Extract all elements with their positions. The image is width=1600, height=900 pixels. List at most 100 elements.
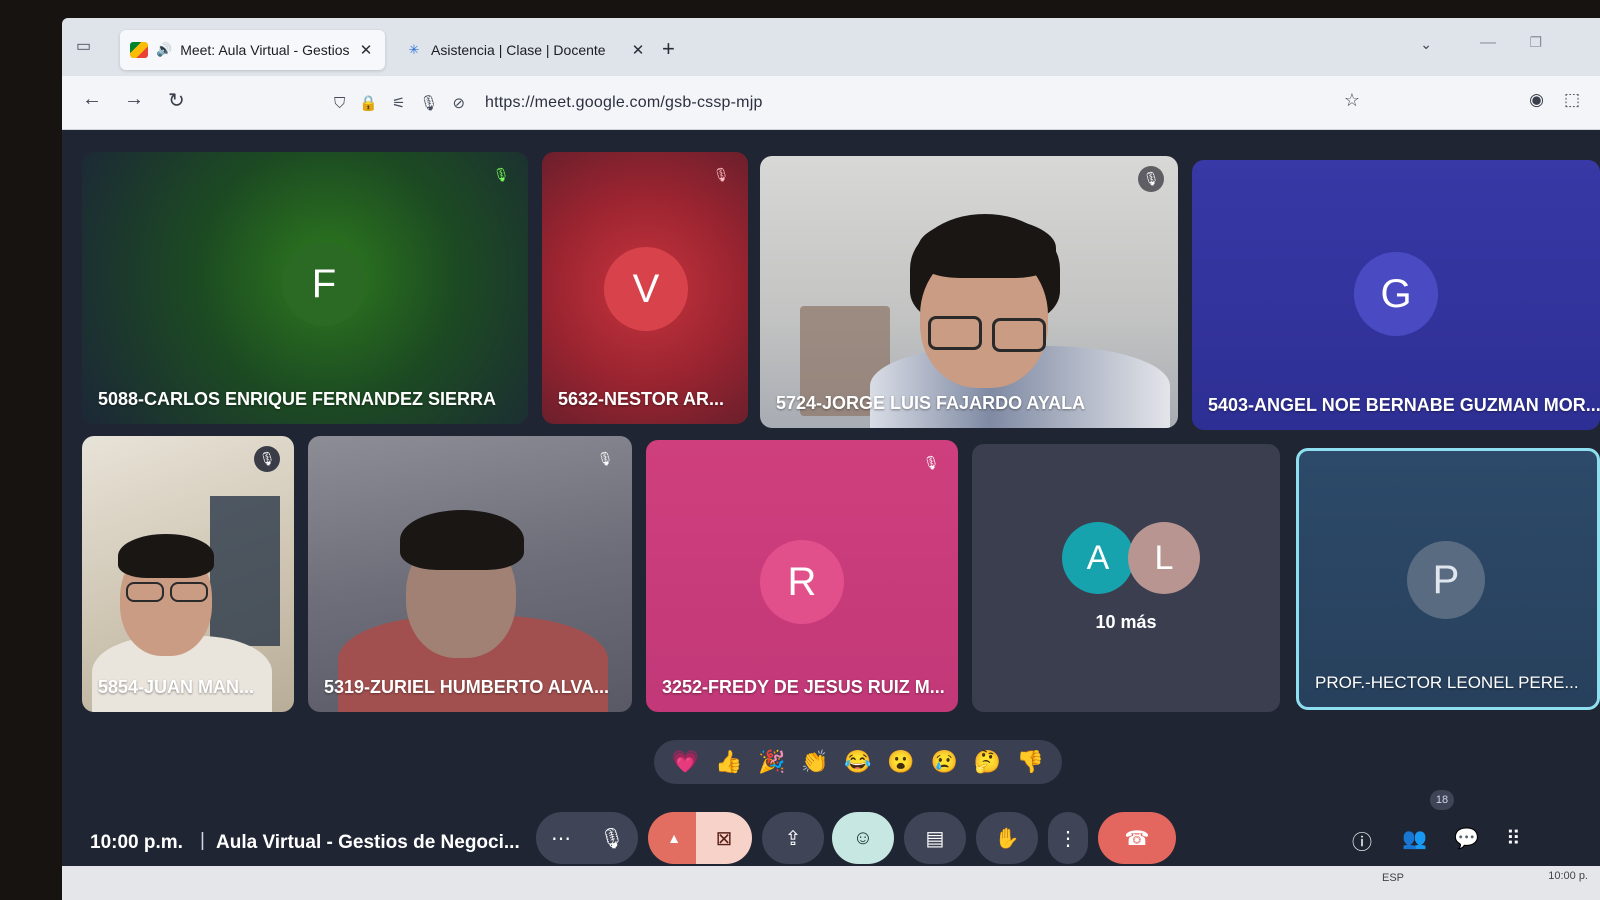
close-tab-icon[interactable]: ✕ bbox=[357, 41, 375, 59]
participant-name: 5088-CARLOS ENRIQUE FERNANDEZ SIERRA bbox=[98, 389, 497, 409]
avatar: P bbox=[1407, 541, 1485, 619]
extensions-icon[interactable]: ⬚ bbox=[1564, 90, 1580, 110]
sad-reaction-icon[interactable]: 😢 bbox=[931, 749, 958, 775]
thinking-reaction-icon[interactable]: 🤔 bbox=[974, 749, 1001, 775]
thumbs-down-reaction-icon[interactable]: 👎 bbox=[1017, 749, 1044, 775]
tab-meet[interactable]: 🔊 Meet: Aula Virtual - Gestios ✕ bbox=[120, 30, 385, 70]
tab-title: Asistencia | Clase | Docente bbox=[431, 42, 606, 58]
participant-video bbox=[308, 436, 632, 712]
microphone-off-icon: 🎙 bbox=[922, 455, 940, 470]
camera-settings-button[interactable]: ▲ bbox=[648, 812, 700, 864]
microphone-icon: 🎙 bbox=[599, 827, 625, 850]
meet-favicon-icon bbox=[130, 42, 148, 58]
lock-icon[interactable]: 🔒 bbox=[359, 94, 378, 112]
heart-reaction-icon[interactable]: 💗 bbox=[672, 749, 699, 775]
participant-tile-host[interactable]: P PROF.-HECTOR LEONEL PERE... bbox=[1296, 448, 1600, 710]
maximize-button[interactable]: ❐ bbox=[1529, 34, 1542, 51]
participant-video bbox=[82, 436, 294, 712]
permissions-icon[interactable]: ⚟ bbox=[392, 94, 405, 112]
microphone-off-icon: 🎙 bbox=[492, 167, 510, 182]
reload-icon[interactable]: ↻ bbox=[168, 88, 185, 113]
audio-settings-button[interactable]: ⋯ bbox=[536, 812, 586, 864]
os-taskbar: ESP 10:00 p. bbox=[62, 866, 1600, 900]
people-icon[interactable]: 👥 bbox=[1402, 826, 1427, 851]
meet-stage: F 🎙 5088-CARLOS ENRIQUE FERNANDEZ SIERRA… bbox=[62, 130, 1600, 900]
participant-name: 3252-FREDY DE JESUS RUIZ M... bbox=[662, 677, 945, 697]
participant-video-tile[interactable]: 🎙 5854-JUAN MAN... bbox=[82, 436, 294, 712]
microphone-off-icon: 🎙 bbox=[596, 451, 614, 466]
microphone-off-icon: 🎙 bbox=[712, 167, 730, 182]
raise-hand-button[interactable]: ✋ bbox=[976, 812, 1038, 864]
captions-icon: ▤ bbox=[925, 827, 945, 850]
party-popper-reaction-icon[interactable]: 🎉 bbox=[758, 749, 785, 775]
phone-hangup-icon: ☎ bbox=[1124, 827, 1150, 850]
account-icon[interactable]: ◉ bbox=[1529, 90, 1544, 110]
back-arrow-icon[interactable]: ← bbox=[82, 88, 102, 111]
participant-tile[interactable]: G 5403-ANGEL NOE BERNABE GUZMAN MOR... bbox=[1192, 160, 1600, 430]
participant-video-tile[interactable]: 🎙 5724-JORGE LUIS FAJARDO AYALA bbox=[760, 156, 1178, 428]
hand-icon: ✋ bbox=[994, 827, 1020, 850]
avatar: G bbox=[1354, 252, 1438, 336]
present-screen-button[interactable]: ⇪ bbox=[762, 812, 824, 864]
close-tab-icon[interactable]: ✕ bbox=[629, 41, 647, 59]
minimize-button[interactable]: — bbox=[1480, 34, 1496, 52]
keyboard-language[interactable]: ESP bbox=[1382, 872, 1404, 884]
system-clock: 10:00 p. bbox=[1548, 870, 1588, 882]
more-options-button[interactable]: ⋮ bbox=[1048, 812, 1088, 864]
participant-name: PROF.-HECTOR LEONEL PERE... bbox=[1315, 673, 1579, 692]
bookmark-star-icon[interactable]: ☆ bbox=[1344, 90, 1360, 111]
microphone-permission-icon[interactable]: 🎙 bbox=[419, 94, 438, 112]
leave-call-button[interactable]: ☎ bbox=[1098, 812, 1176, 864]
present-screen-icon: ⇪ bbox=[784, 827, 802, 850]
more-participants-tile[interactable]: A L 10 más bbox=[972, 444, 1280, 712]
url-text[interactable]: https://meet.google.com/gsb-cssp-mjp bbox=[485, 94, 763, 112]
participant-video-tile[interactable]: 🎙 5319-ZURIEL HUMBERTO ALVA... bbox=[308, 436, 632, 712]
shield-icon[interactable]: ⛉ bbox=[334, 95, 345, 112]
camera-off-icon: ⊠ bbox=[715, 827, 733, 850]
reactions-button[interactable]: ☺ bbox=[832, 812, 894, 864]
people-count-badge: 18 bbox=[1430, 790, 1454, 810]
laughing-reaction-icon[interactable]: 😂 bbox=[844, 749, 871, 775]
microphone-off-icon: 🎙 bbox=[1138, 166, 1164, 192]
avatar: R bbox=[760, 540, 844, 624]
participant-tile[interactable]: V 🎙 5632-NESTOR AR... bbox=[542, 152, 748, 424]
speaker-icon[interactable]: 🔊 bbox=[156, 42, 172, 58]
chevron-down-icon[interactable]: ⌄ bbox=[1420, 36, 1432, 53]
participant-name: 5403-ANGEL NOE BERNABE GUZMAN MOR... bbox=[1208, 395, 1600, 415]
captions-button[interactable]: ▤ bbox=[904, 812, 966, 864]
participant-video bbox=[760, 156, 1178, 428]
camera-toggle-button[interactable]: ⊠ bbox=[696, 812, 752, 864]
participant-name: 5319-ZURIEL HUMBERTO ALVA... bbox=[324, 677, 610, 697]
tab-list-icon[interactable]: ▭ bbox=[76, 36, 98, 55]
microphone-button[interactable]: 🎙 bbox=[586, 812, 638, 864]
emoji-icon: ☺ bbox=[852, 826, 874, 849]
meeting-title: Aula Virtual - Gestios de Negoci... bbox=[216, 832, 520, 853]
participant-name: 5854-JUAN MAN... bbox=[98, 677, 255, 697]
thumbs-up-reaction-icon[interactable]: 👍 bbox=[715, 749, 742, 775]
more-participants-label: 10 más bbox=[1095, 612, 1157, 632]
tab-bar: ▭ 🔊 Meet: Aula Virtual - Gestios ✕ ✳ Asi… bbox=[62, 18, 1600, 76]
participant-name: 5632-NESTOR AR... bbox=[558, 389, 725, 409]
participant-tile[interactable]: R 🎙 3252-FREDY DE JESUS RUIZ M... bbox=[646, 440, 958, 712]
browser-window: ▭ 🔊 Meet: Aula Virtual - Gestios ✕ ✳ Asi… bbox=[62, 18, 1600, 900]
microphone-off-icon: 🎙 bbox=[254, 446, 280, 472]
meeting-info-icon[interactable]: ⓘ bbox=[1352, 826, 1372, 855]
more-vertical-icon: ⋮ bbox=[1058, 827, 1078, 850]
participant-name: 5724-JORGE LUIS FAJARDO AYALA bbox=[776, 393, 1086, 413]
reactions-bar: 💗 👍 🎉 👏 😂 😮 😢 🤔 👎 bbox=[654, 740, 1062, 784]
address-bar[interactable]: ⛉ 🔒 ⚟ 🎙 ⊘ https://meet.google.com/gsb-cs… bbox=[334, 84, 1374, 122]
new-tab-button[interactable]: + bbox=[662, 36, 675, 62]
camera-blocked-icon[interactable]: ⊘ bbox=[452, 94, 465, 112]
divider: | bbox=[200, 830, 205, 851]
tab-asistencia[interactable]: ✳ Asistencia | Clase | Docente ✕ bbox=[395, 30, 657, 70]
participant-tile[interactable]: F 🎙 5088-CARLOS ENRIQUE FERNANDEZ SIERRA bbox=[82, 152, 528, 424]
tab-title: Meet: Aula Virtual - Gestios bbox=[180, 42, 350, 58]
clapping-reaction-icon[interactable]: 👏 bbox=[801, 749, 828, 775]
surprised-reaction-icon[interactable]: 😮 bbox=[887, 749, 914, 775]
meeting-time: 10:00 p.m. bbox=[90, 832, 183, 853]
avatar: A bbox=[1062, 522, 1134, 594]
chat-icon[interactable]: 💬 bbox=[1454, 826, 1479, 851]
forward-arrow-icon[interactable]: → bbox=[124, 88, 144, 111]
activities-grid-icon[interactable]: ⠿ bbox=[1506, 826, 1521, 851]
avatar: F bbox=[282, 242, 366, 326]
